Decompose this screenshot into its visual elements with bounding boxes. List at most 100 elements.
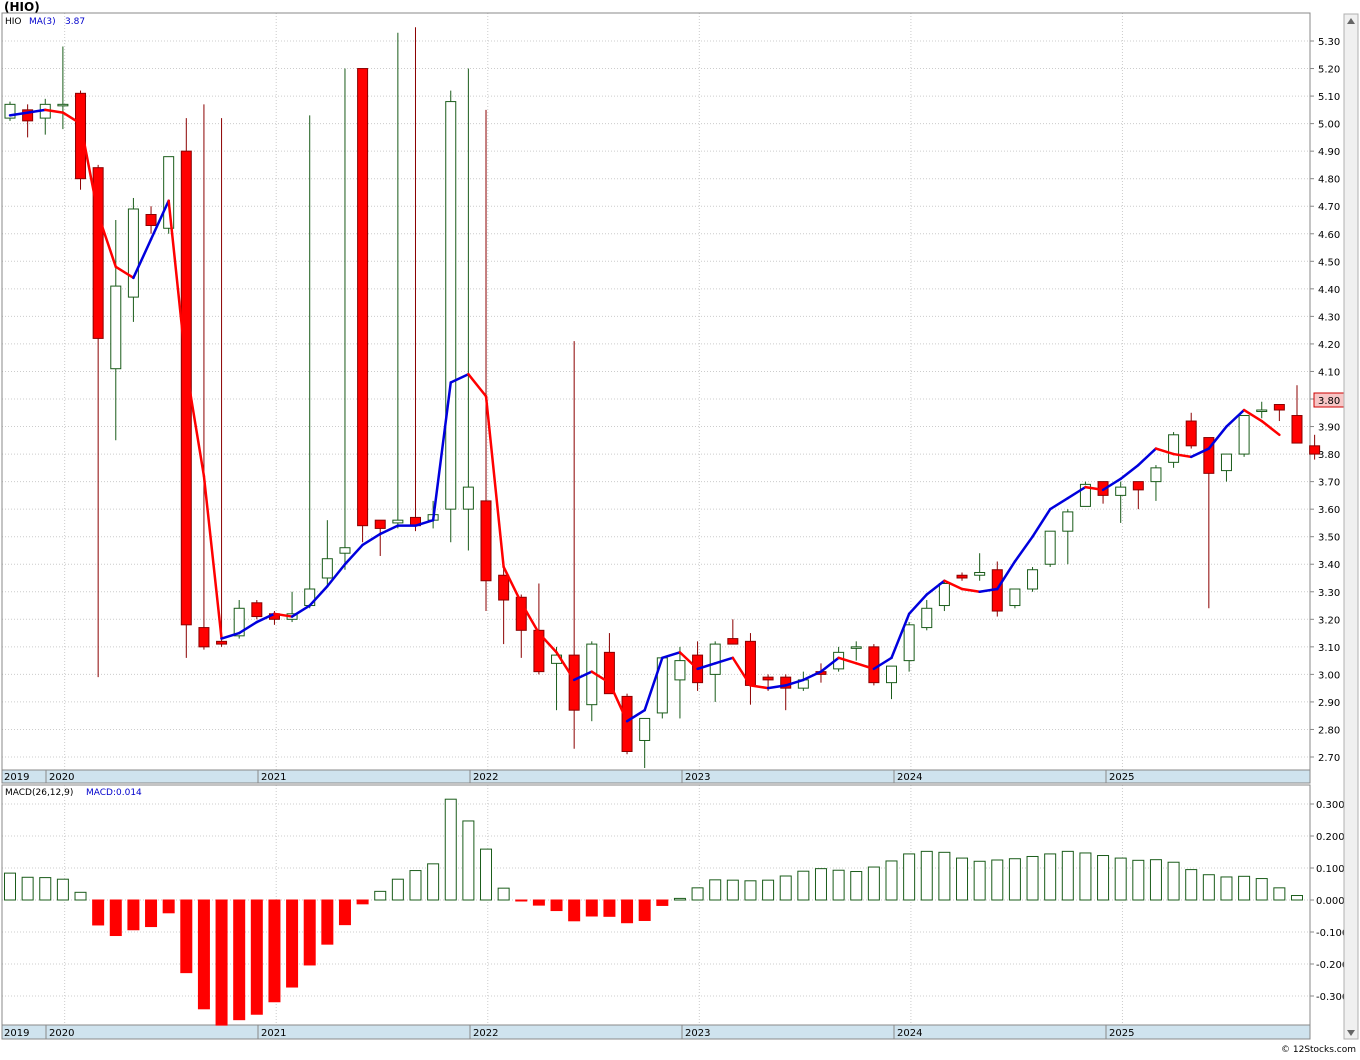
macd-tick-label: -0.200 bbox=[1316, 960, 1348, 971]
candle-body-up bbox=[1044, 530, 1056, 565]
macd-bar-positive bbox=[1290, 895, 1303, 901]
macd-bar-negative bbox=[303, 899, 316, 966]
candle-body-down bbox=[216, 640, 228, 645]
x-tick-label: 2025 bbox=[1109, 772, 1134, 783]
candle bbox=[868, 644, 880, 686]
stock-chart: 2019 2020 2021 2022 2023 2024 2025 2019 2020 202… bbox=[0, 0, 1360, 1056]
macd-bar-positive bbox=[56, 878, 69, 901]
macd-bar-positive bbox=[903, 853, 916, 901]
macd-x-tick-label: 2024 bbox=[897, 1028, 922, 1039]
macd-bar-positive bbox=[1149, 859, 1162, 901]
price-tick-label: 5.10 bbox=[1318, 92, 1340, 103]
price-tick-label: 3.60 bbox=[1318, 505, 1340, 516]
price-tick-label: 3.00 bbox=[1318, 670, 1340, 681]
macd-bar-positive bbox=[832, 869, 845, 901]
price-tick-label: 4.60 bbox=[1318, 230, 1340, 241]
price-tick-label: 5.00 bbox=[1318, 120, 1340, 131]
macd-bar-positive bbox=[1238, 875, 1251, 901]
macd-x-tick-label: 2019 bbox=[4, 1028, 29, 1039]
candle-body-down bbox=[374, 519, 386, 529]
candle-body-up bbox=[321, 558, 333, 579]
price-tick-label: 3.80 bbox=[1318, 450, 1340, 461]
macd-bar-positive bbox=[497, 887, 510, 901]
price-tick-label: 3.50 bbox=[1318, 533, 1340, 544]
candle-body-up bbox=[709, 643, 721, 675]
price-tick-label: 4.30 bbox=[1318, 312, 1340, 323]
price-tick-label: 4.50 bbox=[1318, 257, 1340, 268]
macd-bar-negative bbox=[550, 899, 563, 912]
candle-body-up bbox=[1009, 588, 1021, 607]
macd-bar-positive bbox=[885, 860, 898, 901]
macd-tick-label: 0.200 bbox=[1316, 832, 1345, 843]
macd-bar-negative bbox=[215, 899, 228, 1026]
candle bbox=[357, 68, 369, 543]
macd-bar-positive bbox=[814, 868, 827, 901]
candle-body-up bbox=[1220, 453, 1232, 472]
candle bbox=[1009, 588, 1021, 609]
price-tick-label: 4.20 bbox=[1318, 340, 1340, 351]
x-tick-label: 2021 bbox=[261, 772, 286, 783]
price-tick-label: 3.10 bbox=[1318, 643, 1340, 654]
candle-body-up bbox=[903, 624, 915, 662]
x-tick-label: 2019 bbox=[4, 772, 29, 783]
macd-x-tick-label: 2023 bbox=[685, 1028, 710, 1039]
candle bbox=[1044, 530, 1056, 567]
macd-bar-positive bbox=[1255, 878, 1268, 901]
candle-body-down bbox=[357, 68, 369, 527]
macd-bar-negative bbox=[338, 899, 351, 926]
macd-bar-negative bbox=[197, 899, 210, 1010]
candle-body-up bbox=[974, 571, 986, 576]
macd-x-tick-label: 2020 bbox=[49, 1028, 74, 1039]
macd-bar-negative bbox=[109, 899, 122, 937]
candle-body-down bbox=[762, 676, 774, 681]
candle-body-down bbox=[145, 213, 157, 227]
candle bbox=[251, 600, 263, 620]
price-tick-label: 5.20 bbox=[1318, 65, 1340, 76]
macd-bar-positive bbox=[850, 871, 863, 901]
macd-bar-positive bbox=[691, 887, 704, 901]
candle-body-up bbox=[462, 486, 474, 510]
macd-bar-positive bbox=[673, 897, 686, 901]
x-tick-label: 2023 bbox=[685, 772, 710, 783]
ticker-title: (HIO) bbox=[4, 0, 40, 14]
macd-bar-positive bbox=[374, 890, 387, 901]
watermark: © 12Stocks.com bbox=[1281, 1045, 1356, 1055]
legend-ma-value: 3.87 bbox=[65, 17, 85, 27]
candle-body-down bbox=[1291, 415, 1303, 444]
vertical-scrollbar[interactable] bbox=[1343, 13, 1359, 1040]
macd-bar-negative bbox=[532, 899, 545, 906]
last-price-label: 3.80 bbox=[1318, 396, 1340, 407]
candle-body-down bbox=[1132, 481, 1144, 491]
macd-bar-negative bbox=[286, 899, 299, 988]
macd-value: MACD:0.014 bbox=[86, 788, 142, 798]
price-tick-label: 3.70 bbox=[1318, 478, 1340, 489]
candle-body-up bbox=[392, 519, 404, 524]
candle-body-up bbox=[1062, 511, 1074, 532]
price-tick-label: 5.30 bbox=[1318, 37, 1340, 48]
candle bbox=[1079, 481, 1091, 507]
macd-bar-negative bbox=[515, 899, 528, 902]
candle-body-up bbox=[1115, 486, 1127, 496]
macd-bar-positive bbox=[744, 880, 757, 901]
macd-bar-negative bbox=[250, 899, 263, 1015]
macd-bar-positive bbox=[991, 859, 1004, 901]
macd-bar-negative bbox=[568, 899, 581, 922]
macd-bar-positive bbox=[1220, 876, 1233, 901]
price-tick-label: 4.40 bbox=[1318, 285, 1340, 296]
candle bbox=[1168, 432, 1180, 468]
candle-body-up bbox=[850, 646, 862, 649]
candle bbox=[621, 693, 633, 755]
candle bbox=[1238, 415, 1250, 457]
candle-body-down bbox=[498, 574, 510, 601]
macd-bar-negative bbox=[92, 899, 105, 926]
candle-body-up bbox=[110, 285, 122, 370]
legend-symbol: HIO bbox=[5, 17, 22, 27]
macd-bar-negative bbox=[621, 899, 634, 924]
candle-body-up bbox=[1168, 434, 1180, 463]
macd-tick-label: 0.000 bbox=[1316, 896, 1345, 907]
candle-body-down bbox=[621, 695, 633, 752]
macd-bar-positive bbox=[1079, 852, 1092, 901]
macd-bar-positive bbox=[462, 820, 475, 901]
candle-body-down bbox=[727, 638, 739, 645]
price-tick-label: 2.90 bbox=[1318, 698, 1340, 709]
